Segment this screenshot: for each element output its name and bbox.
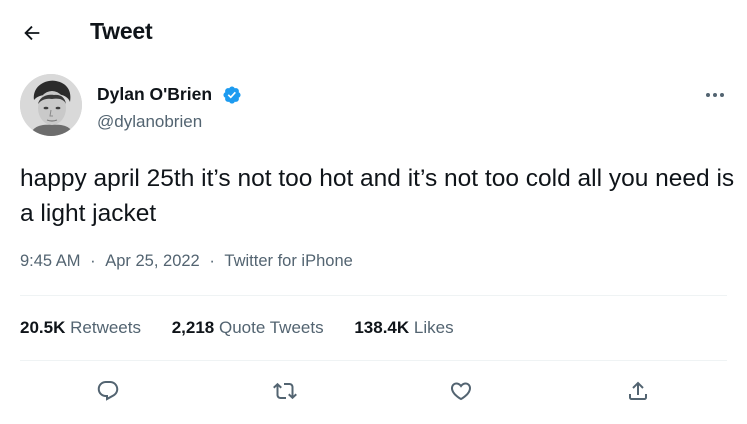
stat-label: Retweets [70,318,141,337]
stat-value: 138.4K [354,318,410,337]
tweet-text: happy april 25th it’s not too hot and it… [20,165,735,227]
tweet-time[interactable]: 9:45 AM [20,252,81,271]
heart-icon [450,382,472,401]
author-name[interactable]: Dylan O'Brien [97,84,212,105]
tweet-actions [0,373,747,409]
avatar[interactable] [20,74,82,136]
stat-value: 2,218 [171,318,215,337]
tweet-header: Tweet [0,0,747,62]
tweet-source[interactable]: Twitter for iPhone [224,252,352,271]
tweet-metadata: 9:45 AM · Apr 25, 2022 · Twitter for iPh… [20,252,353,271]
arrow-left-icon [24,25,40,41]
more-options-button[interactable] [700,85,730,105]
reply-button[interactable] [90,373,126,409]
stat-label: Quote Tweets [219,318,324,337]
retweet-icon [273,382,297,400]
avatar-photo [20,74,82,136]
stat-value: 20.5K [20,318,66,337]
share-button[interactable] [620,373,656,409]
retweets-stat[interactable]: 20.5K Retweets [20,318,141,338]
more-horizontal-icon [706,93,724,97]
verified-badge-icon [223,86,241,104]
tweet-date[interactable]: Apr 25, 2022 [105,252,200,271]
page-title: Tweet [90,18,153,44]
reply-icon [97,381,119,401]
divider [20,295,727,296]
tweet-stats: 20.5K Retweets 2,218 Quote Tweets 138.4K… [20,318,480,338]
stat-label: Likes [413,318,454,337]
divider [20,360,727,361]
quote-tweets-stat[interactable]: 2,218 Quote Tweets [172,318,324,338]
author-handle[interactable]: @dylanobrien [97,112,202,132]
separator-dot: · [90,252,96,270]
share-icon [629,381,647,400]
like-button[interactable] [443,373,479,409]
separator-dot: · [209,252,215,270]
back-button[interactable] [18,19,46,47]
retweet-button[interactable] [267,373,303,409]
likes-stat[interactable]: 138.4K Likes [354,318,453,338]
